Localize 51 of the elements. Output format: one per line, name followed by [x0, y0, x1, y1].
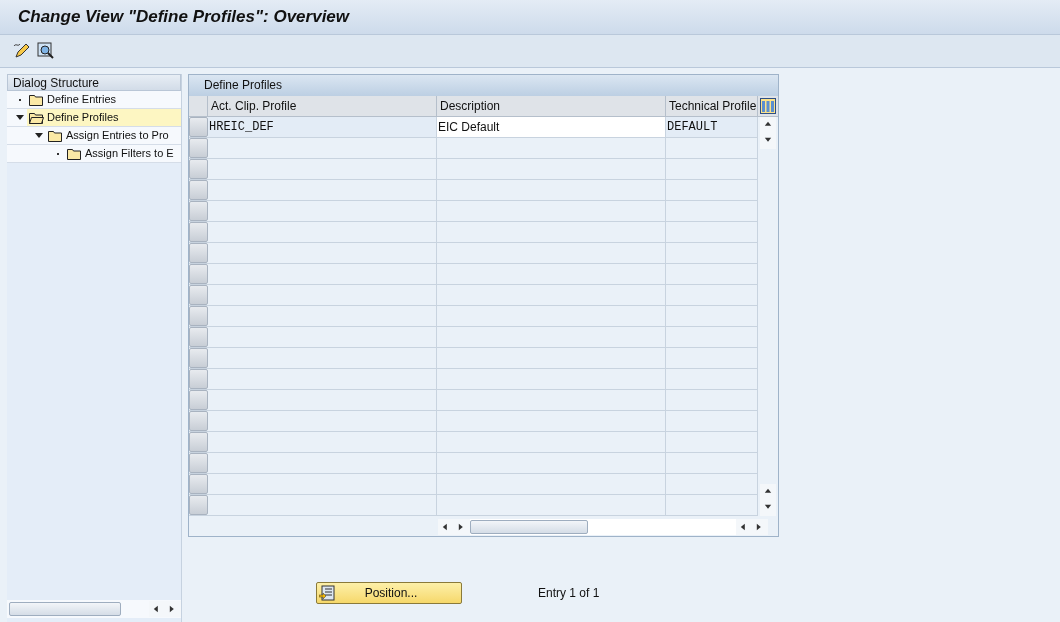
position-button[interactable]: Position... — [316, 582, 462, 604]
row-selector[interactable] — [189, 117, 208, 138]
row-selector[interactable] — [189, 327, 208, 348]
column-header[interactable]: Act. Clip. Profile — [208, 95, 437, 117]
scroll-down-icon[interactable] — [759, 133, 776, 150]
position-icon — [319, 585, 335, 601]
scroll-right-icon[interactable] — [752, 519, 768, 536]
row-selector[interactable] — [189, 285, 208, 306]
row-selector[interactable] — [189, 495, 208, 516]
row-selector[interactable] — [189, 222, 208, 243]
row-selector[interactable] — [189, 138, 208, 159]
scroll-right-icon[interactable] — [454, 519, 470, 536]
table-cell[interactable]: HREIC_DEF — [208, 117, 437, 138]
row-selector[interactable] — [189, 243, 208, 264]
window-title: Change View "Define Profiles": Overview — [18, 6, 350, 29]
row-selector[interactable] — [189, 264, 208, 285]
folder-icon — [29, 93, 44, 106]
scrollbar-thumb[interactable] — [9, 602, 121, 616]
row-selector[interactable] — [189, 180, 208, 201]
folder-icon — [48, 129, 63, 142]
column-settings-icon[interactable] — [759, 98, 776, 114]
scroll-left-icon[interactable] — [736, 519, 752, 536]
row-selector[interactable] — [189, 369, 208, 390]
folder-icon — [67, 147, 82, 160]
scroll-down-icon[interactable] — [759, 500, 776, 517]
column-header[interactable]: Description — [437, 95, 666, 117]
search-icon[interactable] — [37, 42, 55, 60]
table-cell[interactable]: EIC Default — [437, 117, 666, 138]
row-selector[interactable] — [189, 411, 208, 432]
row-selector[interactable] — [189, 159, 208, 180]
scrollbar-thumb[interactable] — [470, 520, 588, 535]
row-selector[interactable] — [189, 201, 208, 222]
table-cell[interactable]: DEFAULT — [666, 117, 758, 138]
row-selector[interactable] — [189, 453, 208, 474]
panel-title: Dialog Structure — [13, 74, 100, 92]
tree-item[interactable]: Define Profiles — [27, 109, 181, 126]
scroll-up-icon[interactable] — [759, 117, 776, 134]
open-folder-icon — [29, 111, 44, 124]
scroll-left-icon[interactable] — [438, 519, 454, 536]
expanded-triangle-icon[interactable] — [16, 114, 24, 121]
entry-count: Entry 1 of 1 — [538, 585, 600, 602]
row-selector[interactable] — [189, 432, 208, 453]
table-title: Define Profiles — [204, 77, 283, 95]
row-selector[interactable] — [189, 390, 208, 411]
scroll-up-icon[interactable] — [759, 484, 776, 501]
row-selector[interactable] — [189, 474, 208, 495]
display-change-icon[interactable] — [13, 42, 31, 60]
expanded-triangle-icon[interactable] — [35, 132, 43, 139]
row-selector[interactable] — [189, 348, 208, 369]
column-header[interactable]: Technical Profile — [666, 95, 758, 117]
row-selector[interactable] — [189, 306, 208, 327]
